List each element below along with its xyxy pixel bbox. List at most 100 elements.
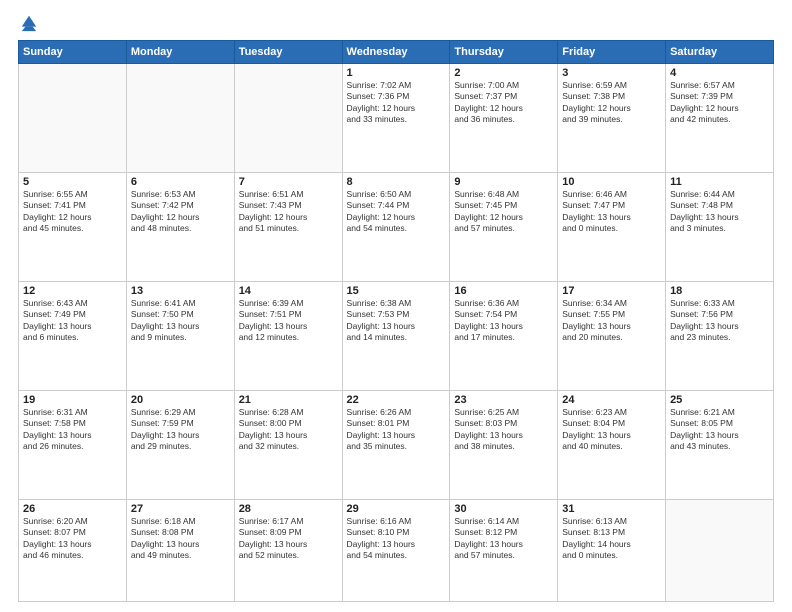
day-number: 21 <box>239 394 338 406</box>
day-number: 25 <box>670 394 769 406</box>
weekday-header-saturday: Saturday <box>666 41 774 64</box>
day-number: 29 <box>347 503 446 515</box>
day-number: 7 <box>239 176 338 188</box>
day-number: 14 <box>239 285 338 297</box>
day-info: Sunrise: 6:17 AM Sunset: 8:09 PM Dayligh… <box>239 516 338 562</box>
day-info: Sunrise: 6:25 AM Sunset: 8:03 PM Dayligh… <box>454 407 553 453</box>
day-number: 20 <box>131 394 230 406</box>
calendar-cell <box>666 499 774 601</box>
day-number: 5 <box>23 176 122 188</box>
weekday-header-sunday: Sunday <box>19 41 127 64</box>
day-number: 9 <box>454 176 553 188</box>
calendar-week-4: 19Sunrise: 6:31 AM Sunset: 7:58 PM Dayli… <box>19 390 774 499</box>
calendar-cell: 10Sunrise: 6:46 AM Sunset: 7:47 PM Dayli… <box>558 172 666 281</box>
calendar-cell: 4Sunrise: 6:57 AM Sunset: 7:39 PM Daylig… <box>666 64 774 173</box>
day-info: Sunrise: 6:39 AM Sunset: 7:51 PM Dayligh… <box>239 298 338 344</box>
day-info: Sunrise: 6:51 AM Sunset: 7:43 PM Dayligh… <box>239 189 338 235</box>
calendar-cell: 22Sunrise: 6:26 AM Sunset: 8:01 PM Dayli… <box>342 390 450 499</box>
calendar-week-3: 12Sunrise: 6:43 AM Sunset: 7:49 PM Dayli… <box>19 281 774 390</box>
day-info: Sunrise: 7:00 AM Sunset: 7:37 PM Dayligh… <box>454 80 553 126</box>
day-info: Sunrise: 6:48 AM Sunset: 7:45 PM Dayligh… <box>454 189 553 235</box>
weekday-header-friday: Friday <box>558 41 666 64</box>
day-info: Sunrise: 6:31 AM Sunset: 7:58 PM Dayligh… <box>23 407 122 453</box>
calendar-body: 1Sunrise: 7:02 AM Sunset: 7:36 PM Daylig… <box>19 64 774 602</box>
day-number: 8 <box>347 176 446 188</box>
calendar-table: SundayMondayTuesdayWednesdayThursdayFrid… <box>18 40 774 602</box>
day-number: 24 <box>562 394 661 406</box>
calendar-cell: 31Sunrise: 6:13 AM Sunset: 8:13 PM Dayli… <box>558 499 666 601</box>
calendar-cell <box>234 64 342 173</box>
weekday-header-row: SundayMondayTuesdayWednesdayThursdayFrid… <box>19 41 774 64</box>
calendar-cell <box>126 64 234 173</box>
day-info: Sunrise: 6:16 AM Sunset: 8:10 PM Dayligh… <box>347 516 446 562</box>
header <box>18 16 774 32</box>
calendar-cell: 28Sunrise: 6:17 AM Sunset: 8:09 PM Dayli… <box>234 499 342 601</box>
day-info: Sunrise: 6:36 AM Sunset: 7:54 PM Dayligh… <box>454 298 553 344</box>
calendar-week-5: 26Sunrise: 6:20 AM Sunset: 8:07 PM Dayli… <box>19 499 774 601</box>
day-info: Sunrise: 6:20 AM Sunset: 8:07 PM Dayligh… <box>23 516 122 562</box>
day-number: 4 <box>670 67 769 79</box>
calendar-cell: 2Sunrise: 7:00 AM Sunset: 7:37 PM Daylig… <box>450 64 558 173</box>
day-number: 6 <box>131 176 230 188</box>
logo <box>18 16 38 32</box>
day-number: 22 <box>347 394 446 406</box>
day-number: 3 <box>562 67 661 79</box>
day-info: Sunrise: 6:46 AM Sunset: 7:47 PM Dayligh… <box>562 189 661 235</box>
calendar-cell: 11Sunrise: 6:44 AM Sunset: 7:48 PM Dayli… <box>666 172 774 281</box>
logo-text <box>18 16 38 32</box>
day-number: 10 <box>562 176 661 188</box>
day-info: Sunrise: 6:29 AM Sunset: 7:59 PM Dayligh… <box>131 407 230 453</box>
calendar-cell: 6Sunrise: 6:53 AM Sunset: 7:42 PM Daylig… <box>126 172 234 281</box>
calendar-cell: 5Sunrise: 6:55 AM Sunset: 7:41 PM Daylig… <box>19 172 127 281</box>
day-info: Sunrise: 6:41 AM Sunset: 7:50 PM Dayligh… <box>131 298 230 344</box>
calendar-cell: 17Sunrise: 6:34 AM Sunset: 7:55 PM Dayli… <box>558 281 666 390</box>
calendar-cell: 27Sunrise: 6:18 AM Sunset: 8:08 PM Dayli… <box>126 499 234 601</box>
day-info: Sunrise: 6:38 AM Sunset: 7:53 PM Dayligh… <box>347 298 446 344</box>
calendar-cell: 3Sunrise: 6:59 AM Sunset: 7:38 PM Daylig… <box>558 64 666 173</box>
calendar-cell: 13Sunrise: 6:41 AM Sunset: 7:50 PM Dayli… <box>126 281 234 390</box>
calendar-cell: 12Sunrise: 6:43 AM Sunset: 7:49 PM Dayli… <box>19 281 127 390</box>
calendar-cell: 14Sunrise: 6:39 AM Sunset: 7:51 PM Dayli… <box>234 281 342 390</box>
day-info: Sunrise: 6:59 AM Sunset: 7:38 PM Dayligh… <box>562 80 661 126</box>
day-info: Sunrise: 6:55 AM Sunset: 7:41 PM Dayligh… <box>23 189 122 235</box>
calendar-cell: 26Sunrise: 6:20 AM Sunset: 8:07 PM Dayli… <box>19 499 127 601</box>
day-info: Sunrise: 6:43 AM Sunset: 7:49 PM Dayligh… <box>23 298 122 344</box>
day-number: 12 <box>23 285 122 297</box>
day-info: Sunrise: 7:02 AM Sunset: 7:36 PM Dayligh… <box>347 80 446 126</box>
day-number: 1 <box>347 67 446 79</box>
calendar-cell: 19Sunrise: 6:31 AM Sunset: 7:58 PM Dayli… <box>19 390 127 499</box>
day-number: 15 <box>347 285 446 297</box>
day-number: 23 <box>454 394 553 406</box>
day-number: 11 <box>670 176 769 188</box>
day-number: 30 <box>454 503 553 515</box>
day-info: Sunrise: 6:44 AM Sunset: 7:48 PM Dayligh… <box>670 189 769 235</box>
day-number: 31 <box>562 503 661 515</box>
day-info: Sunrise: 6:13 AM Sunset: 8:13 PM Dayligh… <box>562 516 661 562</box>
day-info: Sunrise: 6:14 AM Sunset: 8:12 PM Dayligh… <box>454 516 553 562</box>
weekday-header-thursday: Thursday <box>450 41 558 64</box>
weekday-header-monday: Monday <box>126 41 234 64</box>
day-number: 13 <box>131 285 230 297</box>
day-info: Sunrise: 6:18 AM Sunset: 8:08 PM Dayligh… <box>131 516 230 562</box>
calendar-cell: 23Sunrise: 6:25 AM Sunset: 8:03 PM Dayli… <box>450 390 558 499</box>
day-number: 28 <box>239 503 338 515</box>
weekday-header-wednesday: Wednesday <box>342 41 450 64</box>
day-info: Sunrise: 6:23 AM Sunset: 8:04 PM Dayligh… <box>562 407 661 453</box>
day-info: Sunrise: 6:34 AM Sunset: 7:55 PM Dayligh… <box>562 298 661 344</box>
calendar-week-2: 5Sunrise: 6:55 AM Sunset: 7:41 PM Daylig… <box>19 172 774 281</box>
day-number: 2 <box>454 67 553 79</box>
calendar-cell: 8Sunrise: 6:50 AM Sunset: 7:44 PM Daylig… <box>342 172 450 281</box>
weekday-header-tuesday: Tuesday <box>234 41 342 64</box>
calendar-cell: 18Sunrise: 6:33 AM Sunset: 7:56 PM Dayli… <box>666 281 774 390</box>
day-info: Sunrise: 6:50 AM Sunset: 7:44 PM Dayligh… <box>347 189 446 235</box>
calendar-cell <box>19 64 127 173</box>
calendar-cell: 7Sunrise: 6:51 AM Sunset: 7:43 PM Daylig… <box>234 172 342 281</box>
logo-icon <box>20 14 38 32</box>
calendar-cell: 1Sunrise: 7:02 AM Sunset: 7:36 PM Daylig… <box>342 64 450 173</box>
day-info: Sunrise: 6:26 AM Sunset: 8:01 PM Dayligh… <box>347 407 446 453</box>
calendar-cell: 20Sunrise: 6:29 AM Sunset: 7:59 PM Dayli… <box>126 390 234 499</box>
calendar-week-1: 1Sunrise: 7:02 AM Sunset: 7:36 PM Daylig… <box>19 64 774 173</box>
calendar-cell: 15Sunrise: 6:38 AM Sunset: 7:53 PM Dayli… <box>342 281 450 390</box>
calendar-cell: 9Sunrise: 6:48 AM Sunset: 7:45 PM Daylig… <box>450 172 558 281</box>
page: SundayMondayTuesdayWednesdayThursdayFrid… <box>0 0 792 612</box>
